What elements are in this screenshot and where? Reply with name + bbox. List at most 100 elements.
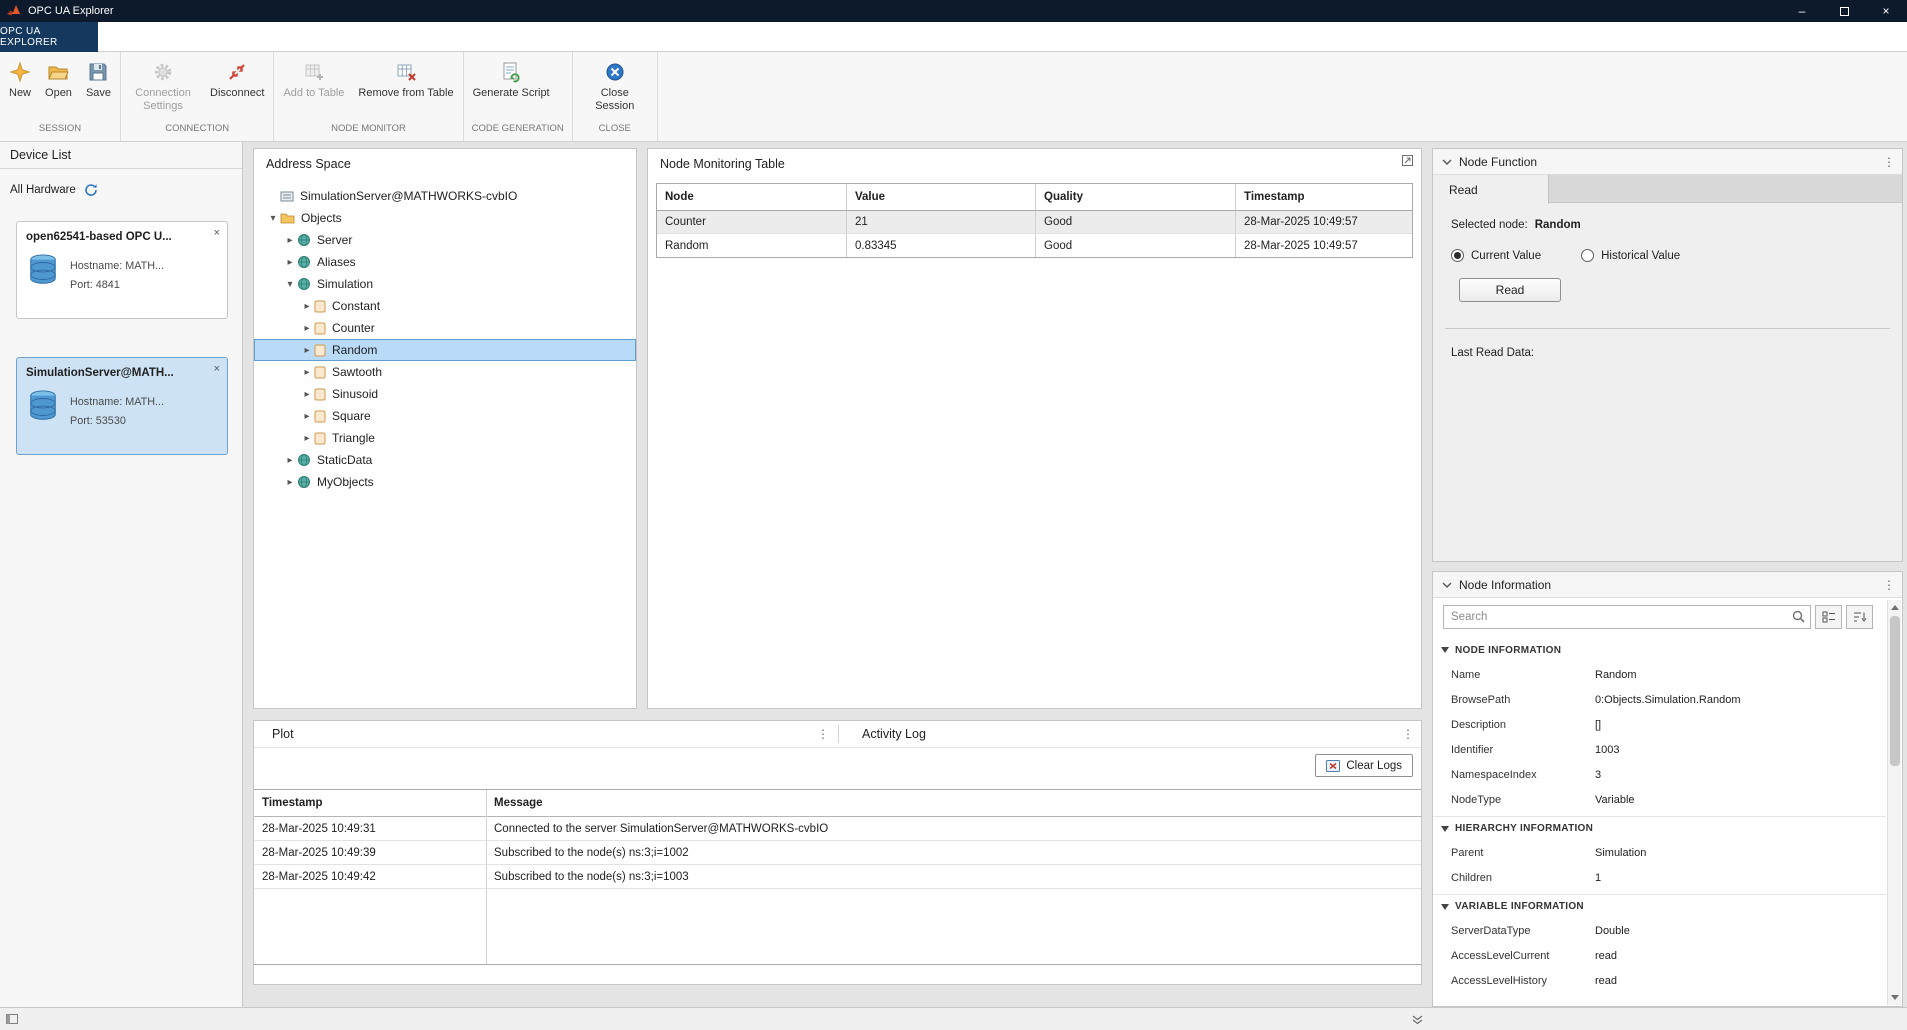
chevron-right-icon[interactable]: ▸ — [300, 301, 314, 312]
property-row[interactable]: Description [] — [1433, 712, 1886, 737]
property-grid: NODE INFORMATION Name Random BrowsePath … — [1433, 638, 1886, 993]
tree-item-myobjects[interactable]: ▸ MyObjects — [254, 471, 636, 493]
remove-device-icon[interactable]: × — [214, 363, 220, 375]
column-header[interactable]: Node — [657, 184, 847, 210]
open-button[interactable]: Open — [38, 57, 79, 104]
property-label: Children — [1451, 872, 1595, 884]
collapse-chevron-icon[interactable] — [1442, 159, 1452, 165]
new-button[interactable]: New — [2, 57, 38, 104]
tree-item-sinusoid[interactable]: ▸ Sinusoid — [254, 383, 636, 405]
dock-icon[interactable] — [6, 1014, 18, 1024]
property-row[interactable]: Children 1 — [1433, 865, 1886, 890]
maximize-button[interactable] — [1823, 0, 1865, 22]
property-label: NodeType — [1451, 794, 1595, 806]
kebab-menu-icon[interactable]: ⋮ — [1401, 727, 1415, 741]
kebab-menu-icon[interactable]: ⋮ — [1882, 155, 1896, 169]
chevron-down-icon[interactable]: ▾ — [283, 279, 297, 290]
remove-device-icon[interactable]: × — [214, 227, 220, 239]
column-header[interactable]: Quality — [1036, 184, 1236, 210]
device-card-simulationserver[interactable]: SimulationServer@MATH... × Hostname: MAT… — [16, 357, 228, 455]
chevron-right-icon[interactable]: ▸ — [300, 389, 314, 400]
section-variable-information[interactable]: VARIABLE INFORMATION — [1433, 894, 1886, 918]
table-row[interactable]: 28-Mar-2025 10:49:31 Connected to the se… — [254, 817, 1421, 841]
vertical-scrollbar[interactable] — [1887, 600, 1901, 1005]
chevron-down-icon[interactable]: ▾ — [266, 213, 280, 224]
tree-item-random[interactable]: ▸ Random — [254, 339, 636, 361]
cell-message: Subscribed to the node(s) ns:3;i=1002 — [486, 841, 1421, 864]
property-row[interactable]: AccessLevelCurrent read — [1433, 943, 1886, 968]
property-row[interactable]: ServerDataType Double — [1433, 918, 1886, 943]
chevron-right-icon[interactable]: ▸ — [300, 433, 314, 444]
chevron-right-icon[interactable]: ▸ — [300, 345, 314, 356]
sort-button[interactable] — [1846, 605, 1873, 629]
scrollbar-thumb[interactable] — [1890, 616, 1900, 766]
tree-item-simulationserver[interactable]: SimulationServer@MATHWORKS-cvbIO — [254, 185, 636, 207]
section-hierarchy-information[interactable]: HIERARCHY INFORMATION — [1433, 816, 1886, 840]
maximize-panel-icon[interactable] — [1401, 154, 1414, 167]
chevron-right-icon[interactable]: ▸ — [283, 455, 297, 466]
chevron-right-icon[interactable]: ▸ — [300, 367, 314, 378]
collapse-panel-icon[interactable] — [1412, 1015, 1423, 1025]
tree-item-constant[interactable]: ▸ Constant — [254, 295, 636, 317]
chevron-right-icon[interactable]: ▸ — [300, 411, 314, 422]
historical-value-radio[interactable] — [1581, 249, 1594, 262]
tree-item-label: Sinusoid — [332, 387, 378, 401]
chevron-right-icon[interactable]: ▸ — [283, 235, 297, 246]
tree-item-server[interactable]: ▸ Server — [254, 229, 636, 251]
address-space-panel: Address Space SimulationServer@MATHWORKS… — [253, 148, 637, 709]
column-header[interactable]: Value — [847, 184, 1036, 210]
property-row[interactable]: BrowsePath 0:Objects.Simulation.Random — [1433, 687, 1886, 712]
tree-item-counter[interactable]: ▸ Counter — [254, 317, 636, 339]
property-row[interactable]: Name Random — [1433, 662, 1886, 687]
table-row[interactable]: 28-Mar-2025 10:49:39 Subscribed to the n… — [254, 841, 1421, 865]
table-row[interactable]: Random 0.83345 Good 28-Mar-2025 10:49:57 — [657, 234, 1412, 257]
tree-item-simulation[interactable]: ▾ Simulation — [254, 273, 636, 295]
property-row[interactable]: NamespaceIndex 3 — [1433, 762, 1886, 787]
monitoring-table-header: Node Value Quality Timestamp — [657, 184, 1412, 211]
chevron-right-icon[interactable]: ▸ — [300, 323, 314, 334]
close-button[interactable]: × — [1865, 0, 1907, 22]
chevron-right-icon[interactable]: ▸ — [283, 477, 297, 488]
tree-item-aliases[interactable]: ▸ Aliases — [254, 251, 636, 273]
generate-script-button[interactable]: Generate Script — [466, 57, 557, 104]
clear-logs-button[interactable]: Clear Logs — [1315, 754, 1413, 777]
tree-item-staticdata[interactable]: ▸ StaticData — [254, 449, 636, 471]
activity-log-title[interactable]: Activity Log — [862, 727, 926, 741]
tab-opc-ua-explorer[interactable]: OPC UA EXPLORER — [0, 22, 98, 52]
column-header[interactable]: Message — [486, 790, 1421, 816]
table-row[interactable]: Counter 21 Good 28-Mar-2025 10:49:57 — [657, 211, 1412, 234]
tree-item-objects[interactable]: ▾ Objects — [254, 207, 636, 229]
disconnect-button[interactable]: Disconnect — [203, 57, 271, 104]
column-header[interactable]: Timestamp — [254, 790, 486, 816]
column-header[interactable]: Timestamp — [1236, 184, 1412, 210]
property-row[interactable]: Identifier 1003 — [1433, 737, 1886, 762]
device-card-open62541[interactable]: open62541-based OPC U... × Hostname: MAT… — [16, 221, 228, 319]
property-row[interactable]: Parent Simulation — [1433, 840, 1886, 865]
scroll-down-icon[interactable] — [1888, 991, 1901, 1004]
close-session-button[interactable]: Close Session — [575, 57, 655, 116]
search-input[interactable] — [1443, 605, 1811, 629]
collapse-chevron-icon[interactable] — [1442, 582, 1452, 588]
refresh-icon[interactable] — [84, 183, 98, 197]
read-button[interactable]: Read — [1459, 278, 1561, 302]
tree-item-label: SimulationServer@MATHWORKS-cvbIO — [300, 189, 517, 203]
tree-item-sawtooth[interactable]: ▸ Sawtooth — [254, 361, 636, 383]
tree-item-square[interactable]: ▸ Square — [254, 405, 636, 427]
section-node-information[interactable]: NODE INFORMATION — [1433, 638, 1886, 662]
plot-panel-title[interactable]: Plot — [272, 727, 294, 741]
scroll-up-icon[interactable] — [1888, 601, 1901, 614]
chevron-right-icon[interactable]: ▸ — [283, 257, 297, 268]
remove-from-table-button[interactable]: Remove from Table — [351, 57, 460, 104]
table-row[interactable]: 28-Mar-2025 10:49:42 Subscribed to the n… — [254, 865, 1421, 889]
tree-item-triangle[interactable]: ▸ Triangle — [254, 427, 636, 449]
kebab-menu-icon[interactable]: ⋮ — [816, 727, 830, 741]
minimize-button[interactable]: – — [1781, 0, 1823, 22]
group-view-button[interactable] — [1815, 605, 1842, 629]
property-row[interactable]: NodeType Variable — [1433, 787, 1886, 812]
property-row[interactable]: AccessLevelHistory read — [1433, 968, 1886, 993]
current-value-radio[interactable] — [1451, 249, 1464, 262]
save-button[interactable]: Save — [79, 57, 118, 104]
tab-read[interactable]: Read — [1433, 175, 1549, 204]
section-header-label: NODE INFORMATION — [1455, 645, 1561, 656]
kebab-menu-icon[interactable]: ⋮ — [1882, 578, 1896, 592]
